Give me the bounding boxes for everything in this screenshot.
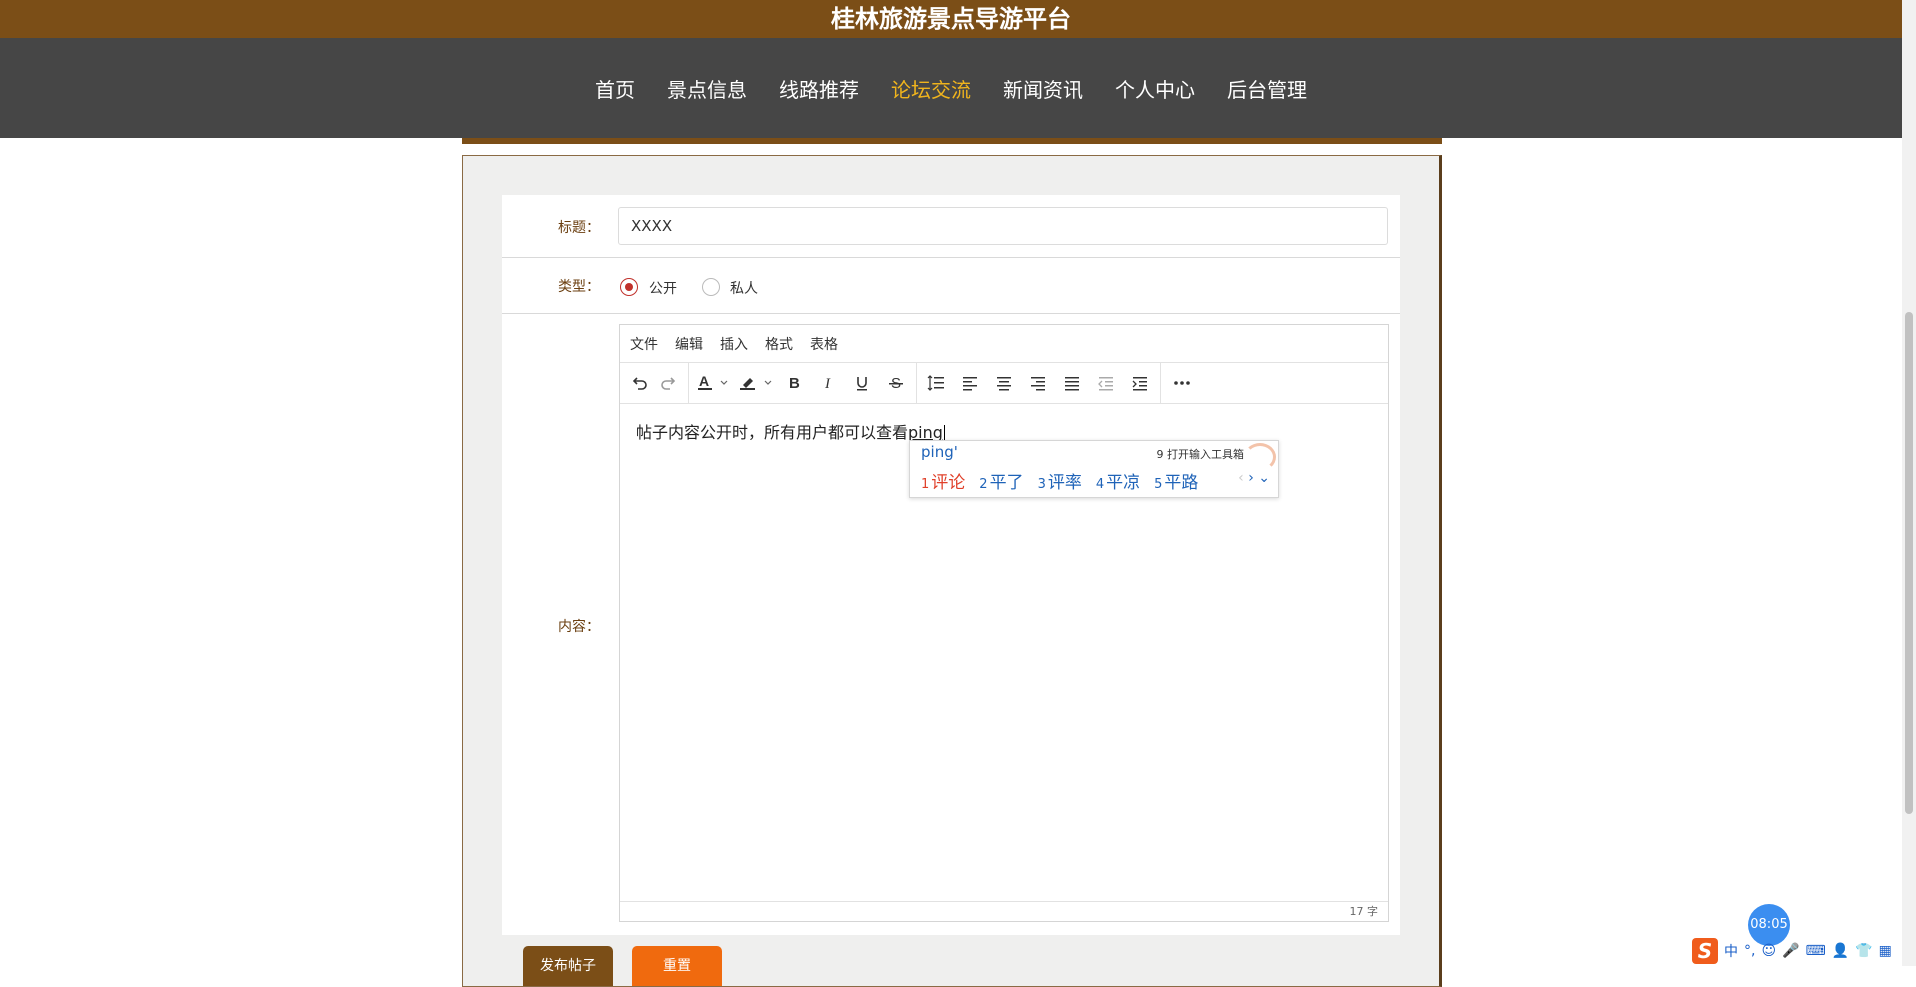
- ime-page-arrows[interactable]: ‹ › ⌄: [1238, 470, 1270, 486]
- ime-status-bar: S 中 °, ☺ 🎤 ⌨ 👤 👕 ▦: [1692, 936, 1892, 966]
- menu-edit[interactable]: 编辑: [675, 334, 703, 354]
- scrollbar-thumb[interactable]: [1905, 312, 1913, 814]
- ime-toolbox-hint[interactable]: 9 打开输入工具箱: [1157, 446, 1245, 462]
- title-label: 标题：: [558, 220, 600, 236]
- undo-icon[interactable]: [628, 371, 652, 395]
- menu-insert[interactable]: 插入: [720, 334, 748, 354]
- ime-logo-icon: [1244, 443, 1276, 471]
- toolbar-separator: [688, 363, 689, 403]
- nav-item-0[interactable]: 首页: [582, 74, 648, 103]
- main-nav: 首页 景点信息 线路推荐 论坛交流 新闻资讯 个人中心 后台管理: [0, 38, 1902, 138]
- ime-candidate-number: 4: [1095, 477, 1105, 492]
- ime-candidate[interactable]: 1 评论: [921, 468, 965, 493]
- ime-candidate-text: 平路: [1164, 473, 1199, 493]
- editor-menubar: 文件 编辑 插入 格式 表格: [620, 325, 1388, 363]
- radio-private[interactable]: [702, 278, 720, 296]
- publish-post-button[interactable]: 发布帖子: [523, 946, 613, 986]
- nav-item-1[interactable]: 景点信息: [654, 74, 760, 103]
- nav-item-6[interactable]: 后台管理: [1214, 74, 1320, 103]
- svg-text:I: I: [824, 376, 831, 392]
- editor-content[interactable]: 帖子内容公开时，所有用户都可以查看ping: [636, 419, 945, 443]
- microphone-icon[interactable]: 🎤: [1782, 943, 1799, 959]
- ime-candidate-number: 5: [1154, 477, 1163, 492]
- type-label: 类型：: [558, 279, 600, 295]
- ime-candidate-number: 2: [979, 477, 988, 492]
- ime-candidate[interactable]: 5 平路: [1154, 468, 1198, 493]
- text-color-icon[interactable]: A: [696, 371, 734, 395]
- line-height-icon[interactable]: [924, 371, 948, 395]
- ime-mode-indicator[interactable]: 中: [1724, 941, 1738, 961]
- menu-file[interactable]: 文件: [630, 334, 658, 354]
- ime-candidate-text: 评率: [1047, 473, 1082, 493]
- punctuation-icon[interactable]: °,: [1744, 943, 1755, 959]
- prev-page-icon[interactable]: ‹: [1238, 470, 1244, 486]
- toolbar-separator: [1160, 363, 1161, 403]
- site-title: 桂林旅游景点导游平台: [0, 0, 1902, 38]
- next-page-icon[interactable]: ›: [1248, 470, 1254, 486]
- row-divider: [502, 257, 1400, 258]
- svg-text:A: A: [699, 373, 709, 389]
- outdent-icon[interactable]: [1094, 371, 1118, 395]
- content-label: 内容：: [558, 619, 600, 635]
- emoji-icon[interactable]: ☺: [1761, 943, 1776, 959]
- align-right-icon[interactable]: [1026, 371, 1050, 395]
- skin-icon[interactable]: 👕: [1855, 943, 1872, 959]
- align-justify-icon[interactable]: [1060, 371, 1084, 395]
- toolbar-separator: [916, 363, 917, 403]
- ime-candidate-number: 3: [1037, 477, 1046, 492]
- keyboard-icon[interactable]: ⌨: [1806, 943, 1826, 959]
- ime-candidate[interactable]: 4 平凉: [1096, 468, 1140, 493]
- radio-public-label[interactable]: 公开: [649, 278, 677, 298]
- indent-icon[interactable]: [1128, 371, 1152, 395]
- more-icon[interactable]: [1168, 371, 1196, 395]
- strikethrough-icon[interactable]: S: [884, 371, 908, 395]
- highlight-color-icon[interactable]: [738, 371, 778, 395]
- expand-icon[interactable]: ⌄: [1258, 470, 1270, 486]
- content-text: 帖子内容公开时，所有用户都可以查看: [636, 423, 909, 442]
- radio-public[interactable]: [620, 278, 638, 296]
- ime-composition: ping': [921, 443, 958, 461]
- sogou-logo-icon[interactable]: S: [1692, 938, 1718, 964]
- ime-candidates: 1 评论 2 平了 3 评率 4 平凉 5 平路: [921, 468, 1198, 493]
- redo-icon[interactable]: [656, 371, 680, 395]
- menu-table[interactable]: 表格: [810, 334, 838, 354]
- grid-menu-icon[interactable]: ▦: [1879, 943, 1892, 959]
- ime-candidate-text: 评论: [931, 473, 966, 493]
- align-center-icon[interactable]: [992, 371, 1016, 395]
- nav-item-5[interactable]: 个人中心: [1102, 74, 1208, 103]
- reset-button[interactable]: 重置: [632, 946, 722, 986]
- ime-candidate-number: 1: [921, 477, 930, 492]
- nav-item-2[interactable]: 线路推荐: [766, 74, 872, 103]
- nav-item-3[interactable]: 论坛交流: [878, 74, 984, 103]
- underline-icon[interactable]: [850, 371, 874, 395]
- page-scrollbar[interactable]: [1902, 0, 1916, 966]
- bold-icon[interactable]: B: [782, 371, 806, 395]
- nav-accent-line: [462, 138, 1442, 144]
- radio-private-label[interactable]: 私人: [730, 278, 758, 298]
- italic-icon[interactable]: I: [816, 371, 840, 395]
- align-left-icon[interactable]: [958, 371, 982, 395]
- ime-candidate[interactable]: 3 评率: [1038, 468, 1082, 493]
- user-icon[interactable]: 👤: [1832, 943, 1849, 959]
- editor-toolbar: A B I S: [620, 363, 1388, 404]
- word-count: 17 字: [620, 901, 1388, 921]
- ime-candidate-text: 平了: [989, 473, 1024, 493]
- ime-candidate-text: 平凉: [1106, 473, 1141, 493]
- row-divider: [502, 313, 1400, 314]
- title-input[interactable]: XXXX: [618, 207, 1388, 245]
- nav-item-4[interactable]: 新闻资讯: [990, 74, 1096, 103]
- menu-format[interactable]: 格式: [765, 334, 793, 354]
- rich-text-editor: 文件 编辑 插入 格式 表格 A B I S 帖子内容公开时，所有用户都可以查看…: [619, 324, 1389, 922]
- ime-candidate-popup: ping' 9 打开输入工具箱 1 评论 2 平了 3 评率 4 平凉 5 平路 ‹ › ⌄: [909, 440, 1279, 498]
- ime-candidate[interactable]: 2 平了: [979, 468, 1023, 493]
- svg-text:B: B: [789, 375, 800, 392]
